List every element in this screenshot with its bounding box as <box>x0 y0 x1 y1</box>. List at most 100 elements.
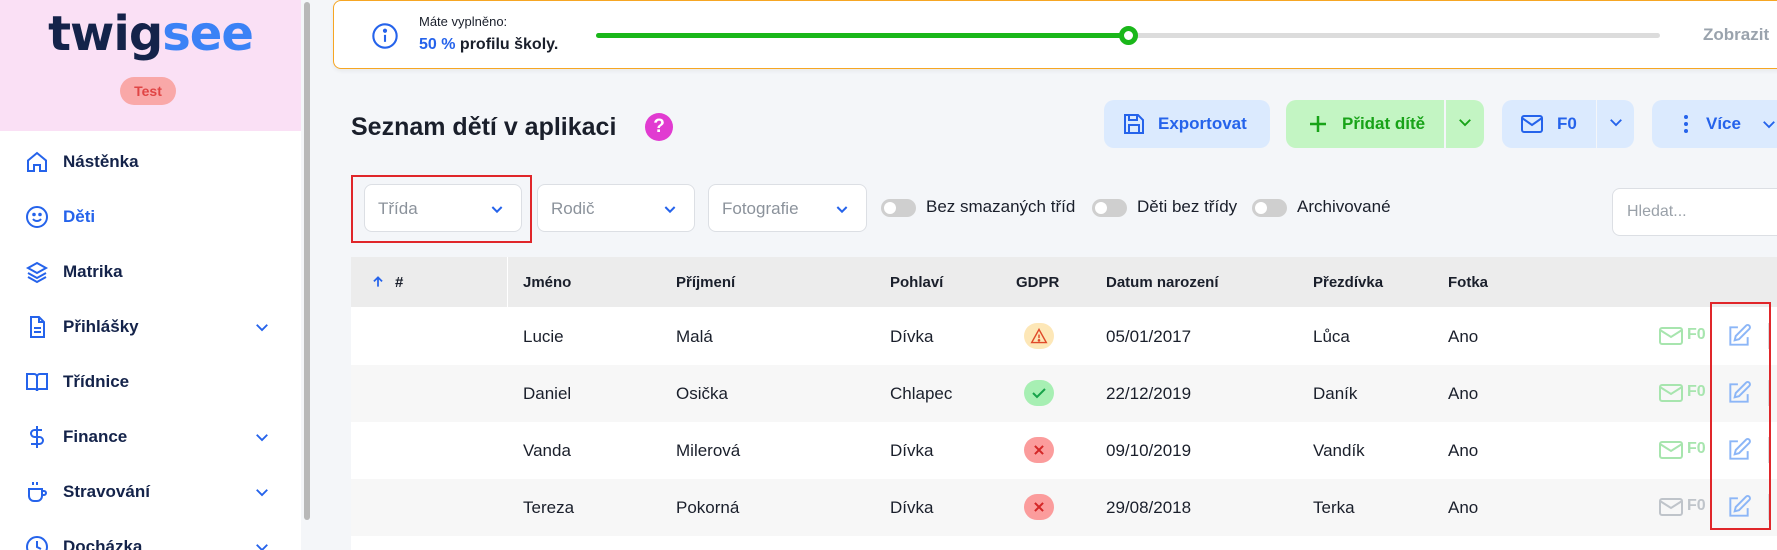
mail-icon[interactable] <box>1659 326 1683 346</box>
gdpr-warning-badge <box>1024 323 1054 349</box>
row-actions-highlight <box>1710 302 1771 530</box>
progress-fill <box>596 33 1128 38</box>
column-header-index[interactable]: # <box>395 274 403 291</box>
progress-knob <box>1119 26 1138 45</box>
cell-photo: Ano <box>1448 384 1479 403</box>
book-icon <box>24 369 50 395</box>
row-mail-label[interactable]: F0 <box>1687 383 1706 401</box>
page-title: Seznam dětí v aplikaci <box>351 113 617 141</box>
sidebar-scrollbar[interactable] <box>304 2 310 520</box>
clock-icon <box>24 534 50 550</box>
plus-icon <box>1306 112 1330 136</box>
chevron-down-icon <box>1456 113 1474 136</box>
mail-icon[interactable] <box>1659 383 1683 403</box>
toggle-children-without-class-label: Děti bez třídy <box>1137 197 1238 216</box>
column-header-nickname[interactable]: Přezdívka <box>1313 274 1383 291</box>
toggle-no-deleted-classes-label: Bez smazaných tříd <box>926 197 1076 216</box>
sidebar-item-label: Nástěnka <box>63 152 139 171</box>
toggle-children-without-class[interactable] <box>1092 199 1127 217</box>
cell-last-name: Milerová <box>676 441 741 460</box>
document-icon <box>24 314 50 340</box>
chevron-down-icon[interactable] <box>253 428 271 446</box>
parent-filter-select[interactable]: Rodič <box>537 184 695 232</box>
chevron-down-icon[interactable] <box>253 318 271 336</box>
cell-gender: Dívka <box>890 498 934 517</box>
banner-label: Máte vyplněno: <box>419 14 508 29</box>
search-input[interactable] <box>1612 188 1777 236</box>
column-header-gdpr[interactable]: GDPR <box>1016 274 1059 291</box>
mail-icon[interactable] <box>1659 440 1683 460</box>
gdpr-denied-badge <box>1024 437 1054 463</box>
chevron-down-icon <box>1760 115 1777 139</box>
cell-photo: Ano <box>1448 441 1479 460</box>
toggle-no-deleted-classes[interactable] <box>881 199 916 217</box>
gdpr-consent-badge <box>1024 380 1054 406</box>
sidebar-item-label: Matrika <box>63 262 123 281</box>
cell-birth-date: 09/10/2019 <box>1106 441 1192 460</box>
table-row[interactable]: Lucie Malá Dívka 05/01/2017 Lůca Ano F0 <box>351 308 1777 365</box>
sidebar-item-label: Děti <box>63 207 96 226</box>
chevron-down-icon <box>662 201 678 217</box>
sidebar-item-deti[interactable]: Děti <box>0 197 290 237</box>
table-row[interactable]: Daniel Osička Chlapec 22/12/2019 Daník A… <box>351 365 1777 422</box>
column-header-birth-date[interactable]: Datum narození <box>1106 274 1219 291</box>
mail-dropdown[interactable] <box>1597 100 1634 148</box>
sort-ascending-icon[interactable] <box>371 275 385 289</box>
column-header-first-name[interactable]: Jméno <box>523 274 571 291</box>
progress-bar <box>596 26 1660 45</box>
sidebar-item-dochazka[interactable]: Docházka <box>0 527 290 550</box>
show-profile-link[interactable]: Zobrazit <box>1703 25 1769 45</box>
toggle-archived-label: Archivované <box>1297 197 1391 216</box>
sidebar-item-matrika[interactable]: Matrika <box>0 252 290 292</box>
column-header-gender[interactable]: Pohlaví <box>890 274 943 291</box>
class-filter-highlight <box>351 175 532 243</box>
cup-icon <box>24 479 50 505</box>
chevron-down-icon[interactable] <box>253 483 271 501</box>
cell-first-name: Daniel <box>523 384 572 403</box>
cell-gender: Dívka <box>890 441 934 460</box>
cell-birth-date: 05/01/2017 <box>1106 327 1192 346</box>
help-icon[interactable]: ? <box>645 113 673 141</box>
chevron-down-icon[interactable] <box>253 538 271 550</box>
photo-filter-select[interactable]: Fotografie <box>708 184 867 232</box>
mail-icon[interactable] <box>1659 497 1683 517</box>
banner-status: 50 % profilu školy. <box>419 36 559 53</box>
gdpr-denied-badge <box>1024 494 1054 520</box>
column-divider <box>507 257 508 307</box>
sidebar-item-label: Docházka <box>63 537 143 550</box>
cell-last-name: Malá <box>676 327 713 346</box>
cell-nickname: Vandík <box>1313 441 1365 460</box>
row-mail-label[interactable]: F0 <box>1687 440 1706 458</box>
column-header-last-name[interactable]: Příjmení <box>676 274 735 291</box>
toggle-archived[interactable] <box>1252 199 1287 217</box>
cell-first-name: Vanda <box>523 441 571 460</box>
add-child-button[interactable]: Přidat dítě <box>1286 100 1444 148</box>
column-header-photo[interactable]: Fotka <box>1448 274 1488 291</box>
more-button[interactable]: Více <box>1652 100 1777 148</box>
sidebar-item-label: Přihlášky <box>63 317 139 336</box>
logo[interactable]: twigsee <box>0 6 301 62</box>
add-child-dropdown[interactable] <box>1446 100 1484 148</box>
mail-button[interactable]: F0 <box>1502 100 1596 148</box>
cell-last-name: Osička <box>676 384 728 403</box>
sidebar-item-finance[interactable]: Finance <box>0 417 290 457</box>
save-icon <box>1122 112 1146 136</box>
sidebar-item-nastenka[interactable]: Nástěnka <box>0 142 290 182</box>
table-header: # Jméno Příjmení Pohlaví GDPR Datum naro… <box>351 257 1777 307</box>
completion-percent: 50 % <box>419 36 456 53</box>
cell-birth-date: 22/12/2019 <box>1106 384 1192 403</box>
sidebar: twigsee Test Nástěnka Děti Matrika Přihl… <box>0 0 301 550</box>
row-mail-label[interactable]: F0 <box>1687 326 1706 344</box>
export-button[interactable]: Exportovat <box>1104 100 1270 148</box>
sidebar-item-tridnice[interactable]: Třídnice <box>0 362 290 402</box>
children-table: # Jméno Příjmení Pohlaví GDPR Datum naro… <box>351 257 1777 550</box>
table-row[interactable]: Vanda Milerová Dívka 09/10/2019 Vandík A… <box>351 422 1777 479</box>
row-mail-label[interactable]: F0 <box>1687 497 1706 515</box>
table-row[interactable]: Tereza Pokorná Dívka 29/08/2018 Terka An… <box>351 479 1777 536</box>
cell-gender: Dívka <box>890 327 934 346</box>
sidebar-item-prihlasky[interactable]: Přihlášky <box>0 307 290 347</box>
more-vertical-icon <box>1674 112 1698 136</box>
sidebar-item-stravovani[interactable]: Stravování <box>0 472 290 512</box>
sidebar-item-label: Stravování <box>63 482 150 501</box>
chevron-down-icon <box>834 201 850 217</box>
